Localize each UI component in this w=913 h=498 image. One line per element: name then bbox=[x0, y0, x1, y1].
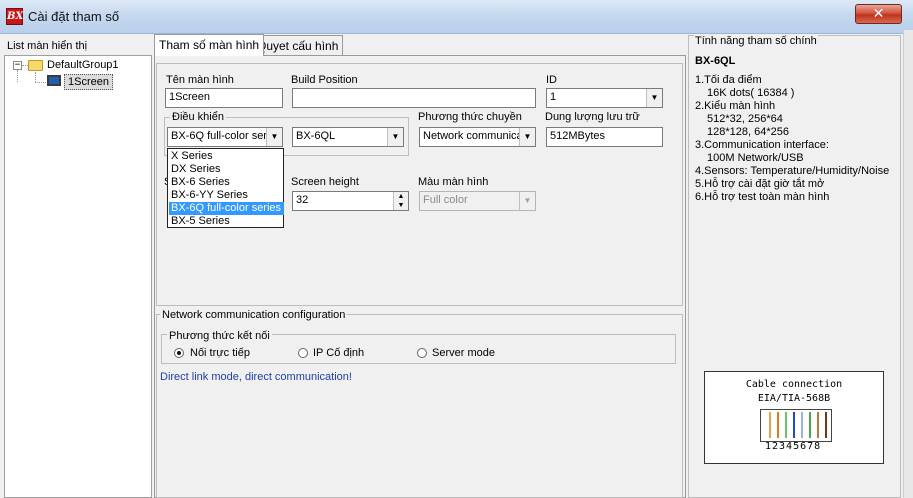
id-value: 1 bbox=[550, 91, 557, 103]
collapse-toggle-icon[interactable]: − bbox=[13, 61, 22, 70]
tree-item-group[interactable]: DefaultGroup1 bbox=[47, 59, 119, 71]
cable-standard: EIA/TIA-568B bbox=[757, 393, 831, 404]
rj45-connector-icon bbox=[760, 409, 832, 442]
screen-color-value: Full color bbox=[423, 194, 468, 206]
cable-title: Cable connection bbox=[745, 379, 843, 390]
wire bbox=[801, 412, 803, 438]
chevron-down-icon[interactable]: ▼ bbox=[387, 128, 403, 146]
control-label: Điều khiển bbox=[170, 111, 226, 123]
comm-method-value: Network communica bbox=[423, 130, 523, 142]
feature-line: 2.Kiểu màn hình bbox=[695, 100, 776, 112]
chevron-down-icon[interactable]: ▼ bbox=[646, 89, 662, 107]
feature-line: 6.Hỗ trợ test toàn màn hình bbox=[695, 191, 830, 203]
scrollbar[interactable] bbox=[903, 30, 913, 498]
folder-icon bbox=[28, 60, 43, 71]
screen-tree[interactable] bbox=[4, 55, 152, 498]
close-icon: ✕ bbox=[872, 6, 885, 22]
tree-connector bbox=[17, 70, 18, 82]
screen-color-label: Màu màn hình bbox=[418, 176, 489, 188]
connection-method-label: Phương thức kết nối bbox=[167, 330, 272, 342]
caret-down-icon[interactable]: ▼ bbox=[394, 201, 408, 210]
feature-line: 5.Hỗ trợ cài đặt giờ tắt mở bbox=[695, 178, 825, 190]
feature-line: 100M Network/USB bbox=[707, 152, 804, 164]
radio-direct-label[interactable]: Nối trực tiếp bbox=[190, 347, 250, 359]
network-config-title: Network communication configuration bbox=[160, 309, 348, 321]
build-position-label: Build Position bbox=[291, 74, 358, 86]
screen-name-label: Tên màn hình bbox=[166, 74, 234, 86]
title-bar bbox=[0, 0, 913, 34]
wire bbox=[825, 412, 827, 438]
dropdown-option-selected[interactable]: BX-6Q full-color series bbox=[169, 202, 284, 215]
screen-list-label: List màn hiển thị bbox=[7, 40, 88, 52]
series-value: BX-6Q full-color ser bbox=[171, 130, 267, 142]
series-dropdown-list[interactable]: X Series DX Series BX-6 Series BX-6-YY S… bbox=[167, 148, 284, 228]
wire bbox=[785, 412, 787, 438]
feature-line: 512*32, 256*64 bbox=[707, 113, 783, 125]
features-model: BX-6QL bbox=[695, 55, 736, 67]
comm-method-label: Phương thức chuyền bbox=[418, 111, 522, 123]
dropdown-option[interactable]: X Series bbox=[169, 150, 284, 163]
pin-numbers: 12345678 bbox=[765, 441, 822, 452]
monitor-icon bbox=[47, 75, 61, 86]
window-title: Cài đặt tham số bbox=[28, 9, 120, 24]
model-value: BX-6QL bbox=[296, 130, 336, 142]
radio-direct[interactable] bbox=[174, 348, 184, 358]
feature-line: 3.Communication interface: bbox=[695, 139, 829, 151]
wire bbox=[777, 412, 779, 438]
dropdown-option[interactable]: BX-6 Series bbox=[169, 176, 284, 189]
feature-line: 1.Tối đa điểm bbox=[695, 74, 762, 86]
chevron-down-icon[interactable]: ▼ bbox=[266, 128, 282, 146]
app-logo-icon: BX bbox=[6, 8, 23, 25]
height-stepper[interactable]: ▲ ▼ bbox=[393, 192, 408, 210]
feature-line: 128*128, 64*256 bbox=[707, 126, 789, 138]
build-position-input[interactable] bbox=[292, 88, 536, 108]
connection-hint: Direct link mode, direct communication! bbox=[160, 371, 352, 383]
wire bbox=[809, 412, 811, 438]
tree-connector bbox=[35, 72, 36, 82]
chevron-down-icon[interactable]: ▼ bbox=[519, 128, 535, 146]
close-button[interactable]: ✕ bbox=[855, 4, 902, 24]
screen-height-value: 32 bbox=[296, 194, 309, 206]
chevron-down-icon: ▼ bbox=[519, 192, 535, 210]
screen-height-label: Screen height bbox=[291, 176, 359, 188]
screen-name-input[interactable]: 1Screen bbox=[165, 88, 283, 108]
tree-connector bbox=[35, 82, 46, 83]
dropdown-option[interactable]: BX-6-YY Series bbox=[169, 189, 284, 202]
wire bbox=[817, 412, 819, 438]
id-label: ID bbox=[546, 74, 557, 86]
features-title: Tính năng tham số chính bbox=[694, 35, 818, 47]
storage-label: Dung lượng lưu trữ bbox=[545, 111, 640, 123]
storage-input[interactable]: 512MBytes bbox=[546, 127, 663, 147]
feature-line: 4.Sensors: Temperature/Humidity/Noise bbox=[695, 165, 890, 177]
dropdown-option[interactable]: BX-5 Series bbox=[169, 215, 284, 228]
radio-server-mode[interactable] bbox=[417, 348, 427, 358]
tab-screen-params[interactable]: Tham số màn hình bbox=[154, 34, 265, 56]
screen-height-input[interactable]: 32 bbox=[292, 191, 409, 211]
caret-up-icon[interactable]: ▲ bbox=[394, 192, 408, 201]
tree-item-screen[interactable]: 1Screen bbox=[64, 74, 113, 90]
wire bbox=[769, 412, 771, 438]
dropdown-option[interactable]: DX Series bbox=[169, 163, 284, 176]
wire bbox=[793, 412, 795, 438]
feature-line: 16K dots( 16384 ) bbox=[707, 87, 795, 99]
radio-static-ip-label[interactable]: IP Cố định bbox=[313, 347, 364, 359]
radio-server-mode-label[interactable]: Server mode bbox=[432, 347, 495, 359]
tab-config[interactable]: Quyet cấu hình bbox=[252, 35, 344, 55]
radio-static-ip[interactable] bbox=[298, 348, 308, 358]
